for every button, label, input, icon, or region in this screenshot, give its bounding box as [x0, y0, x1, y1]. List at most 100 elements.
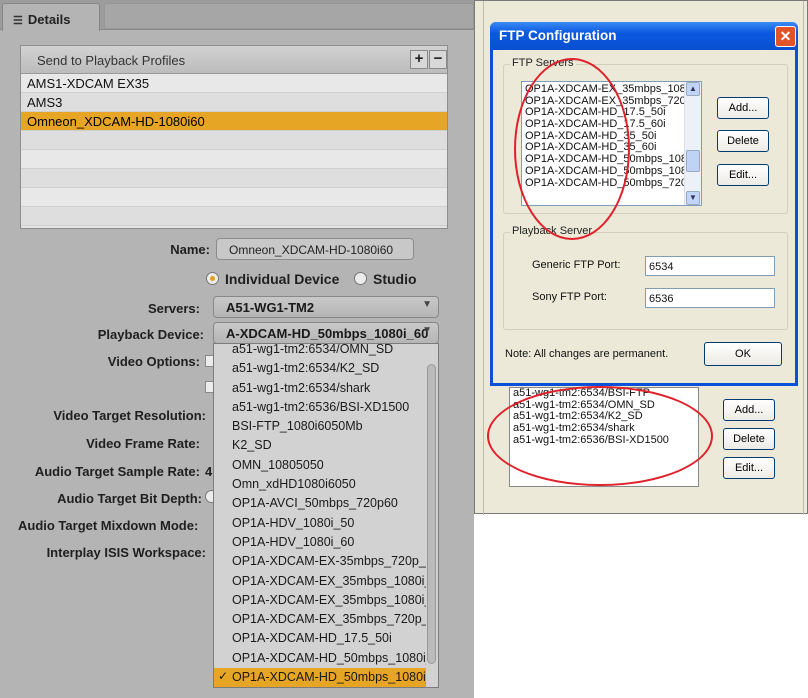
- video-options-label: Video Options:: [107, 354, 200, 369]
- dropdown-option-label: OP1A-XDCAM-EX_35mbps_1080i_5: [232, 573, 426, 588]
- permanent-changes-note: Note: All changes are permanent.: [505, 348, 669, 360]
- list-icon: ☰: [13, 15, 23, 27]
- playback-device-dropdown[interactable]: a51-wg1-tm2:6534/OMN_SD a51-wg1-tm2:6534/…: [213, 343, 439, 688]
- audio-sample-rate-value: 4: [205, 464, 213, 479]
- dropdown-option-label: OP1A-XDCAM-EX-35mbps_720p_50: [232, 554, 426, 569]
- ftp-list-scrollbar[interactable]: ▲ ▼: [684, 82, 701, 205]
- dropdown-option-label: OP1A-XDCAM-HD_50mbps_1080i_5: [232, 650, 426, 665]
- servers-value: A51-WG1-TM2: [226, 300, 315, 315]
- dropdown-option[interactable]: OP1A-XDCAM-HD_50mbps_1080i_5: [214, 649, 426, 668]
- dropdown-option[interactable]: Omn_xdHD1080i6050: [214, 475, 426, 494]
- sony-ftp-port-input[interactable]: 6536: [645, 288, 775, 308]
- details-panel: ☰ Details Send to Playback Profiles + − A…: [0, 0, 474, 698]
- audio-target-mixdown-label: Audio Target Mixdown Mode:: [18, 518, 199, 533]
- edit-server-button[interactable]: Edit...: [717, 164, 769, 186]
- ftp-title-bar[interactable]: FTP Configuration ✕: [490, 22, 798, 50]
- dropdown-option[interactable]: a51-wg1-tm2:6534/shark: [214, 379, 426, 398]
- individual-device-radio[interactable]: [206, 272, 219, 285]
- dropdown-option-label: OP1A-XDCAM-EX_35mbps_1080i_6: [232, 592, 426, 607]
- tab-strip: ☰ Details: [0, 0, 474, 31]
- dropdown-option-label: OP1A-AVCI_50mbps_720p60: [232, 496, 398, 511]
- dropdown-option[interactable]: K2_SD: [214, 436, 426, 455]
- studio-radio[interactable]: [354, 272, 367, 285]
- dropdown-option-label: OP1A-XDCAM-HD_17.5_50i: [232, 631, 392, 646]
- profile-row[interactable]: Omneon_XDCAM-HD-1080i60: [21, 112, 447, 131]
- profile-row[interactable]: AMS1-XDCAM EX35: [21, 74, 447, 93]
- audio-target-sample-rate-label: Audio Target Sample Rate:: [34, 464, 200, 479]
- name-label: Name:: [170, 242, 210, 257]
- dropdown-option[interactable]: a51-wg1-tm2:6534/OMN_SD: [214, 344, 426, 359]
- playback-server-group: Playback Server Generic FTP Port: 6534 S…: [503, 225, 788, 330]
- chevron-down-icon: ▼: [422, 325, 432, 336]
- dropdown-option-label: OMN_10805050: [232, 457, 324, 472]
- profiles-header: Send to Playback Profiles + −: [21, 46, 447, 74]
- dropdown-option-label: OP1A-HDV_1080i_50: [232, 515, 355, 530]
- name-field[interactable]: Omneon_XDCAM-HD-1080i60: [216, 238, 414, 260]
- video-frame-rate-label: Video Frame Rate:: [86, 436, 200, 451]
- dropdown-scrollbar[interactable]: [427, 364, 436, 664]
- playback-device-select[interactable]: A-XDCAM-HD_50mbps_1080i_60 ▼: [213, 322, 439, 344]
- dropdown-option-label: Omn_xdHD1080i6050: [232, 477, 356, 492]
- servers-select[interactable]: A51-WG1-TM2 ▼: [213, 296, 439, 318]
- interplay-isis-label: Interplay ISIS Workspace:: [46, 545, 206, 560]
- profile-row[interactable]: [21, 150, 447, 169]
- profile-row[interactable]: [21, 188, 447, 207]
- profiles-rows: AMS1-XDCAM EX35 AMS3 Omneon_XDCAM-HD-1080i…: [21, 74, 447, 226]
- dropdown-option-label: BSI-FTP_1080i6050Mb: [232, 419, 363, 434]
- playback-device-label: Playback Device:: [97, 327, 204, 342]
- dropdown-option-label: OP1A-HDV_1080i_60: [232, 534, 355, 549]
- dropdown-option[interactable]: OP1A-XDCAM-EX_35mbps_1080i_6: [214, 591, 426, 610]
- playback-device-value: A-XDCAM-HD_50mbps_1080i_60: [226, 326, 429, 341]
- dropdown-option[interactable]: OMN_10805050: [214, 456, 426, 475]
- profile-row[interactable]: [21, 169, 447, 188]
- scroll-down-icon[interactable]: ▼: [686, 191, 700, 205]
- dropdown-option[interactable]: a51-wg1-tm2:6534/K2_SD: [214, 359, 426, 378]
- dropdown-option[interactable]: OP1A-XDCAM-EX_35mbps_1080i_5: [214, 572, 426, 591]
- chevron-down-icon: ▼: [422, 299, 432, 310]
- add-server-button[interactable]: Add...: [717, 97, 769, 119]
- tab-details-label: Details: [27, 12, 71, 27]
- dropdown-option[interactable]: OP1A-XDCAM-EX-35mbps_720p_50: [214, 552, 426, 571]
- dropdown-option[interactable]: ✓ OP1A-XDCAM-HD_50mbps_1080i_6: [214, 668, 426, 687]
- check-icon: ✓: [218, 669, 229, 684]
- generic-ftp-port-label: Generic FTP Port:: [532, 259, 621, 271]
- profile-row[interactable]: [21, 131, 447, 150]
- remove-profile-button[interactable]: −: [429, 50, 447, 69]
- profiles-header-label: Send to Playback Profiles: [37, 53, 186, 68]
- dropdown-option-label: a51-wg1-tm2:6534/shark: [232, 380, 371, 395]
- profile-row[interactable]: [21, 207, 447, 226]
- dropdown-option[interactable]: OP1A-HDV_1080i_50: [214, 514, 426, 533]
- add-profile-button[interactable]: +: [410, 50, 428, 69]
- generic-ftp-port-input[interactable]: 6534: [645, 256, 775, 276]
- individual-device-label: Individual Device: [225, 271, 340, 287]
- annotation-circle: [487, 386, 713, 486]
- audio-target-bit-depth-label: Audio Target Bit Depth:: [57, 491, 202, 506]
- dropdown-option[interactable]: a51-wg1-tm2:6536/BSI-XD1500: [214, 398, 426, 417]
- scroll-thumb[interactable]: [686, 150, 700, 172]
- scroll-up-icon[interactable]: ▲: [686, 82, 700, 96]
- delete-server-button[interactable]: Delete: [717, 130, 769, 152]
- delete-button-lower[interactable]: Delete: [723, 428, 775, 450]
- dropdown-option-label: OP1A-XDCAM-EX_35mbps_720p_6: [232, 612, 426, 627]
- dropdown-option[interactable]: OP1A-XDCAM-EX_35mbps_720p_6: [214, 610, 426, 629]
- dropdown-option[interactable]: OP1A-HDV_1080i_60: [214, 533, 426, 552]
- dropdown-option-label: a51-wg1-tm2:6534/K2_SD: [232, 361, 380, 376]
- frame-divider: [803, 1, 804, 515]
- window-title: FTP Configuration: [499, 28, 617, 43]
- profile-row[interactable]: AMS3: [21, 93, 447, 112]
- tab-details[interactable]: ☰ Details: [2, 3, 100, 31]
- add-button-lower[interactable]: Add...: [723, 399, 775, 421]
- tab-strip-empty: [104, 3, 474, 29]
- video-target-resolution-label: Video Target Resolution:: [53, 408, 206, 423]
- close-icon[interactable]: ✕: [775, 26, 796, 47]
- dropdown-option[interactable]: OP1A-AVCI_50mbps_720p60: [214, 494, 426, 513]
- ok-button[interactable]: OK: [704, 342, 782, 366]
- edit-button-lower[interactable]: Edit...: [723, 457, 775, 479]
- annotation-circle: [514, 58, 630, 240]
- sony-ftp-port-label: Sony FTP Port:: [532, 291, 607, 303]
- dropdown-option[interactable]: OP1A-XDCAM-HD_17.5_50i: [214, 629, 426, 648]
- dropdown-option-label: a51-wg1-tm2:6536/BSI-XD1500: [232, 399, 410, 414]
- dropdown-option-label: OP1A-XDCAM-HD_50mbps_1080i_6: [232, 670, 426, 685]
- dropdown-option[interactable]: BSI-FTP_1080i6050Mb: [214, 417, 426, 436]
- studio-label: Studio: [373, 271, 417, 287]
